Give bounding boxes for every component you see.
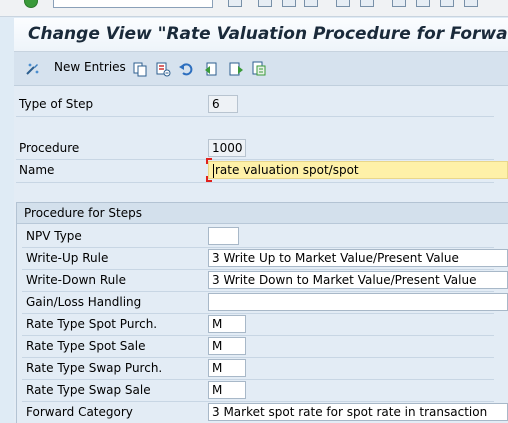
- exit-icon[interactable]: [282, 0, 296, 7]
- gain-loss-handling-label: Gain/Loss Handling: [26, 295, 142, 309]
- rate-type-spot-sale-field[interactable]: M: [208, 337, 246, 355]
- divider: [22, 269, 494, 270]
- write-down-rule-label: Write-Down Rule: [26, 273, 126, 287]
- back-icon[interactable]: [258, 0, 272, 7]
- gain-loss-handling-field[interactable]: [208, 293, 508, 311]
- name-field-value: rate valuation spot/spot: [215, 163, 359, 177]
- forward-category-label: Forward Category: [26, 405, 133, 419]
- procedure-label: Procedure: [19, 141, 80, 155]
- write-up-rule-label: Write-Up Rule: [26, 251, 109, 265]
- type-of-step-field[interactable]: 6: [208, 95, 238, 113]
- rate-type-spot-purch-field[interactable]: M: [208, 315, 246, 333]
- command-field[interactable]: [53, 0, 213, 8]
- divider: [22, 357, 494, 358]
- npv-type-field[interactable]: [208, 227, 239, 245]
- rate-type-swap-sale-label: Rate Type Swap Sale: [26, 383, 151, 397]
- delete-icon[interactable]: [155, 61, 171, 77]
- copy-icon[interactable]: [132, 61, 148, 77]
- display-change-icon[interactable]: [25, 61, 41, 77]
- rate-type-swap-purch-label: Rate Type Swap Purch.: [26, 361, 163, 375]
- forward-category-field[interactable]: 3 Market spot rate for spot rate in tran…: [208, 403, 508, 421]
- required-marker-icon: [206, 158, 212, 164]
- divider: [16, 159, 494, 160]
- last-page-icon[interactable]: [464, 0, 478, 7]
- divider: [22, 291, 494, 292]
- rate-type-swap-sale-field[interactable]: M: [208, 381, 246, 399]
- previous-entry-icon[interactable]: [204, 61, 220, 77]
- rate-type-spot-purch-label: Rate Type Spot Purch.: [26, 317, 158, 331]
- next-entry-icon[interactable]: [228, 61, 244, 77]
- rate-type-swap-purch-field[interactable]: M: [208, 359, 246, 377]
- divider: [22, 401, 494, 402]
- print-icon[interactable]: [336, 0, 350, 7]
- application-toolbar: New Entries: [14, 52, 508, 86]
- page-title: Change View "Rate Valuation Procedure fo…: [28, 24, 508, 44]
- name-field[interactable]: rate valuation spot/spot: [208, 161, 508, 179]
- name-label: Name: [19, 163, 55, 177]
- next-page-icon[interactable]: [440, 0, 454, 7]
- group-header: Procedure for Steps: [17, 203, 508, 224]
- divider: [16, 116, 494, 117]
- select-all-icon[interactable]: [251, 61, 267, 77]
- prev-page-icon[interactable]: [416, 0, 430, 7]
- rate-type-spot-sale-label: Rate Type Spot Sale: [26, 339, 146, 353]
- text-cursor: [213, 164, 214, 178]
- divider: [22, 313, 494, 314]
- undo-icon[interactable]: [178, 61, 194, 77]
- system-toolbar: [0, 0, 508, 17]
- procedure-field[interactable]: 1000: [208, 139, 246, 157]
- enter-icon[interactable]: [24, 0, 38, 8]
- divider: [16, 182, 494, 183]
- divider: [22, 379, 494, 380]
- first-page-icon[interactable]: [392, 0, 406, 7]
- divider: [22, 247, 494, 248]
- new-entries-button[interactable]: New Entries: [54, 60, 126, 74]
- type-of-step-label: Type of Step: [19, 97, 94, 111]
- save-icon[interactable]: [228, 0, 242, 7]
- find-icon[interactable]: [360, 0, 374, 7]
- npv-type-label: NPV Type: [26, 229, 82, 243]
- title-bar: Change View "Rate Valuation Procedure fo…: [14, 18, 508, 52]
- group-title: Procedure for Steps: [24, 206, 142, 220]
- write-up-rule-field[interactable]: 3 Write Up to Market Value/Present Value: [208, 249, 508, 267]
- divider: [22, 335, 494, 336]
- write-down-rule-field[interactable]: 3 Write Down to Market Value/Present Val…: [208, 271, 508, 289]
- cancel-icon[interactable]: [304, 0, 318, 7]
